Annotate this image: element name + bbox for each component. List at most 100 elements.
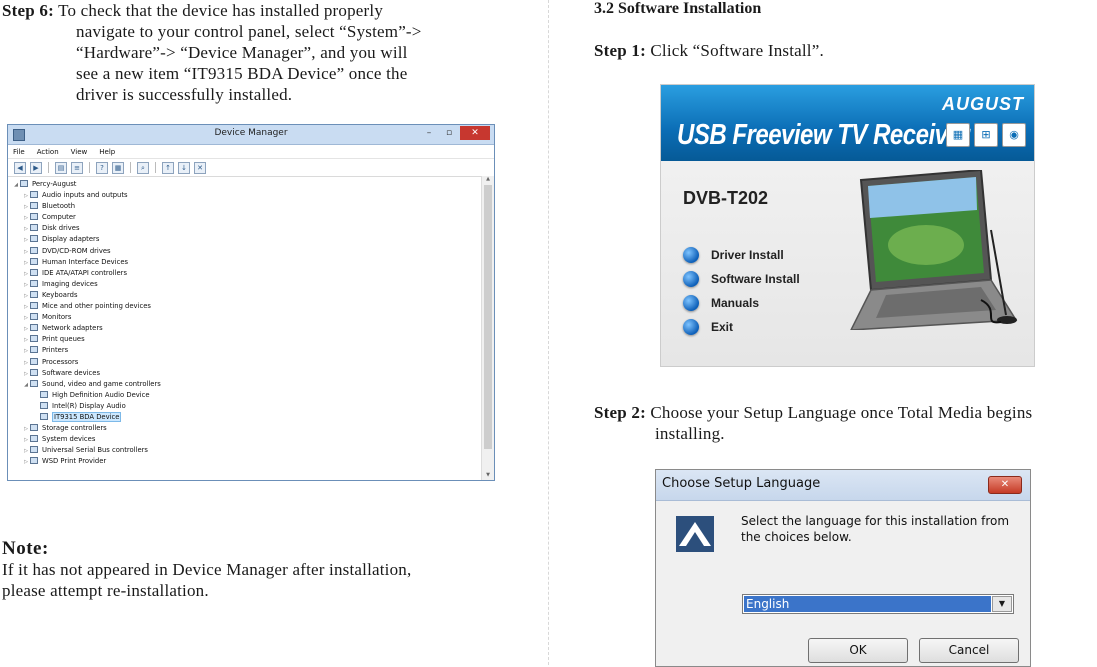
device-tree-node[interactable]: ▷ DVD/CD-ROM drives (8, 246, 482, 257)
device-tree-node[interactable]: ▷ Print queues (8, 334, 482, 345)
device-category-icon (30, 368, 38, 376)
device-tree-node[interactable]: ▷ Network adapters (8, 323, 482, 334)
cancel-button[interactable]: Cancel (919, 638, 1019, 663)
device-tree-node[interactable]: IT9315 BDA Device (8, 411, 482, 423)
update-driver-icon[interactable]: ↑ (162, 161, 174, 174)
column-divider (548, 0, 549, 665)
scroll-up-icon[interactable]: ▲ (482, 176, 494, 184)
device-tree-label: Audio inputs and outputs (42, 191, 128, 200)
device-category-icon (30, 435, 38, 443)
device-tree-label: Human Interface Devices (42, 257, 129, 266)
dialog-close-icon[interactable]: ✕ (988, 476, 1022, 494)
note-line2: please attempt re-installation. (2, 581, 209, 600)
selected-language: English (744, 596, 991, 612)
brand-logo: AUGUST (942, 94, 1024, 114)
device-tree-label: Percy-August (32, 180, 77, 188)
device-tree-node[interactable]: ▷ WSD Print Provider (8, 456, 482, 467)
back-arrow-icon[interactable]: ◀ (14, 161, 26, 174)
device-tree-label: Mice and other pointing devices (42, 302, 151, 311)
device-tree-label: Disk drives (42, 224, 80, 233)
device-tree-label: System devices (42, 435, 96, 444)
ok-button[interactable]: OK (808, 638, 908, 663)
properties-icon[interactable]: ▤ (55, 161, 67, 174)
close-icon[interactable]: ✕ (460, 126, 490, 140)
dialog-message: Select the language for this installatio… (741, 514, 1010, 544)
device-category-icon (30, 424, 38, 432)
device-tree-node[interactable]: ▷ Universal Serial Bus controllers (8, 445, 482, 456)
device-tree-node[interactable]: ▷ Imaging devices (8, 279, 482, 290)
model-name: DVB-T202 (683, 188, 769, 208)
device-tree-node[interactable]: ▷ Printers (8, 345, 482, 356)
software-install-button[interactable]: Software Install (683, 267, 800, 291)
device-tree-node[interactable]: ▷ Human Interface Devices (8, 257, 482, 268)
step6-line3: “Hardware”-> “Device Manager”, and you w… (76, 43, 408, 62)
device-tree-scrollbar[interactable]: ▲ ▼ (481, 176, 494, 480)
disable-device-icon[interactable]: ↓ (178, 161, 190, 174)
device-tree-node[interactable]: ▷ Display adapters (8, 234, 482, 245)
device-manager-titlebar: Device Manager – ▫ ✕ (8, 125, 494, 145)
step1-paragraph: Step 1: Click “Software Install”. (594, 40, 824, 61)
device-tree-label: Intel(R) Display Audio (52, 401, 126, 410)
scrollbar-thumb[interactable] (484, 185, 492, 449)
device-tree-node[interactable]: High Definition Audio Device (8, 390, 482, 401)
device-tree-label: Sound, video and game controllers (42, 379, 161, 388)
device-tree-node[interactable]: ◢ Percy-August (8, 179, 482, 190)
exit-label: Exit (711, 320, 734, 334)
menu-help[interactable]: Help (99, 148, 115, 156)
forward-arrow-icon[interactable]: ▶ (30, 161, 42, 174)
device-category-icon (30, 357, 38, 365)
device-tree-node[interactable]: ▷ Audio inputs and outputs (8, 190, 482, 201)
device-category-icon (30, 324, 38, 332)
installer-menu: Driver Install Software Install Manuals … (683, 243, 800, 339)
device-tree-node[interactable]: ▷ Keyboards (8, 290, 482, 301)
laptop-illustration-icon (850, 170, 1018, 330)
minimize-icon[interactable]: – (420, 126, 438, 140)
device-tree-node[interactable]: ▷ Bluetooth (8, 201, 482, 212)
device-tree-node[interactable]: ◢ Sound, video and game controllers (8, 379, 482, 390)
device-tree-node[interactable]: ▷ Software devices (8, 368, 482, 379)
dialog-title: Choose Setup Language (662, 476, 821, 491)
scan-hardware-icon[interactable]: ⌕ (137, 161, 149, 174)
driver-install-label: Driver Install (711, 248, 784, 262)
device-category-icon (30, 446, 38, 454)
device-tree-node[interactable]: ▷ Storage controllers (8, 423, 482, 434)
device-category-icon (20, 180, 28, 187)
help-icon[interactable]: ? (96, 161, 108, 174)
scroll-down-icon[interactable]: ▼ (482, 472, 494, 480)
windows7-logo-icon: ⊞ (974, 123, 998, 147)
device-tree-node[interactable]: ▷ Disk drives (8, 223, 482, 234)
step2-line2: installing. (655, 424, 725, 443)
device-category-icon (30, 202, 38, 210)
device-tree-node[interactable]: ▷ IDE ATA/ATAPI controllers (8, 268, 482, 279)
menu-action[interactable]: Action (37, 148, 59, 156)
menu-view[interactable]: View (71, 148, 88, 156)
device-category-icon (30, 224, 38, 232)
device-tree-node[interactable]: ▷ Computer (8, 212, 482, 223)
device-tree-label: Monitors (42, 313, 72, 322)
device-tree-node[interactable]: Intel(R) Display Audio (8, 401, 482, 412)
device-tree-node[interactable]: ▷ Monitors (8, 312, 482, 323)
manuals-button[interactable]: Manuals (683, 291, 800, 315)
step2-label: Step 2: (594, 403, 646, 422)
exit-button[interactable]: Exit (683, 315, 800, 339)
uninstall-device-icon[interactable]: ✕ (194, 161, 206, 174)
maximize-icon[interactable]: ▫ (440, 126, 458, 140)
device-tree-node[interactable]: ▷ System devices (8, 434, 482, 445)
menu-file[interactable]: File (13, 148, 25, 156)
device-manager-window: Device Manager – ▫ ✕ File Action View He… (7, 124, 495, 481)
device-tree-node[interactable]: ▷ Processors (8, 357, 482, 368)
language-select[interactable]: English ▼ (742, 594, 1014, 614)
device-category-icon (30, 457, 38, 465)
device-category-icon (40, 390, 48, 398)
step1-label: Step 1: (594, 41, 646, 60)
details-icon[interactable]: ▦ (112, 161, 124, 174)
chevron-down-icon[interactable]: ▼ (992, 596, 1012, 612)
toolbar-separator (48, 162, 49, 173)
device-tree-node[interactable]: ▷ Mice and other pointing devices (8, 301, 482, 312)
os-compatibility-logos: ▦ ⊞ ◉ (946, 123, 1026, 147)
device-tree-label: Printers (42, 346, 69, 355)
driver-install-button[interactable]: Driver Install (683, 243, 800, 267)
expander-icon[interactable]: ▷ (22, 457, 30, 468)
list-view-icon[interactable]: ≡ (71, 161, 83, 174)
device-category-icon (30, 279, 38, 287)
